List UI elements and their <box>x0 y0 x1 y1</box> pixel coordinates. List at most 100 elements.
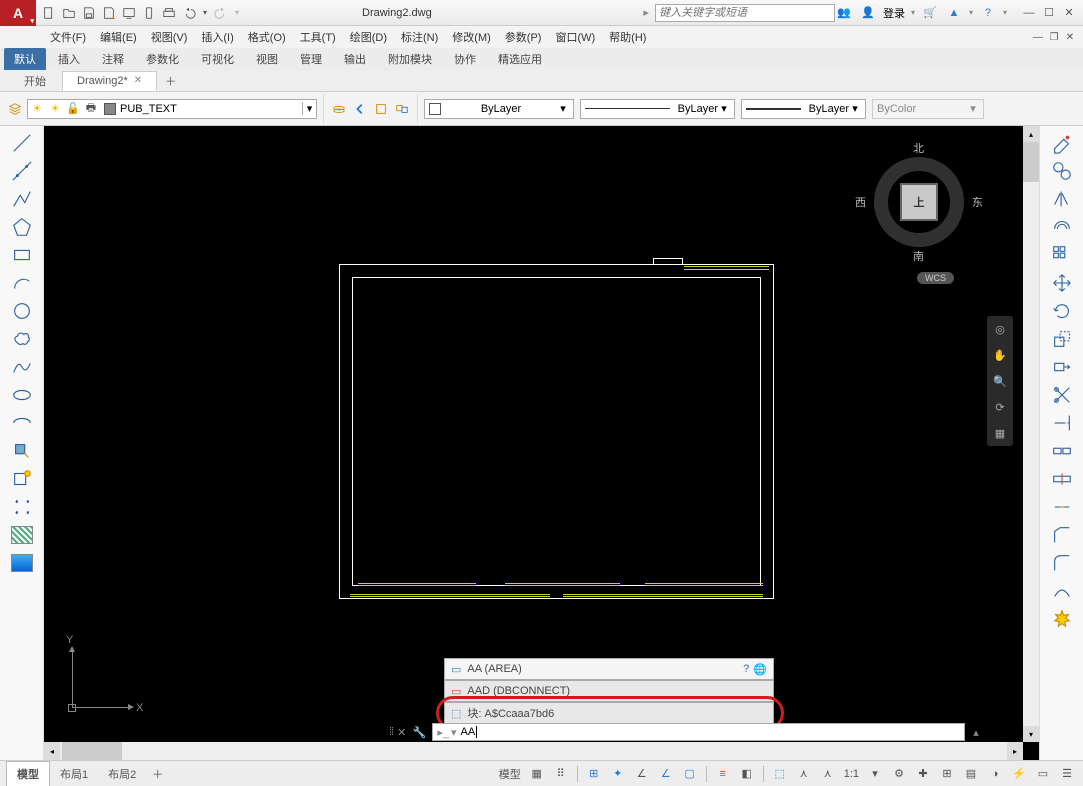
linetype-dropdown-icon[interactable]: ▾ <box>718 102 730 115</box>
make-block-tool[interactable] <box>7 466 37 492</box>
scroll-right-icon[interactable]: ▸ <box>1007 742 1023 760</box>
layer-states-icon[interactable] <box>330 100 348 118</box>
ortho-toggle-icon[interactable]: ⊞ <box>584 764 604 784</box>
vertical-scrollbar[interactable]: ▴ ▾ <box>1023 126 1039 742</box>
ribbon-tab-featured[interactable]: 精选应用 <box>488 48 552 70</box>
nav-zoom-icon[interactable]: 🔍 <box>991 372 1009 390</box>
menu-format[interactable]: 格式(O) <box>248 29 286 45</box>
move-tool[interactable] <box>1047 270 1077 296</box>
maximize-button[interactable]: ☐ <box>1041 6 1057 20</box>
nav-orbit-icon[interactable]: ⟳ <box>991 398 1009 416</box>
cmdline-dropdown-icon[interactable]: ▾ <box>451 726 457 739</box>
color-dropdown-icon[interactable]: ▾ <box>557 102 569 115</box>
layout-tab-2[interactable]: 布局2 <box>98 762 146 786</box>
clean-screen-icon[interactable]: ▭ <box>1033 764 1053 784</box>
revcloud-tool[interactable] <box>7 326 37 352</box>
grid-toggle-icon[interactable]: ▦ <box>527 764 547 784</box>
menu-modify[interactable]: 修改(M) <box>452 29 491 45</box>
layer-manager-icon[interactable] <box>6 100 24 118</box>
selection-cycling-icon[interactable]: ⬚ <box>770 764 790 784</box>
infocenter-search-icon[interactable]: 👥 <box>835 4 853 22</box>
wcs-badge[interactable]: WCS <box>917 272 954 284</box>
join-tool[interactable] <box>1047 494 1077 520</box>
mdi-restore[interactable]: ❐ <box>1047 30 1061 44</box>
autocomplete-row-1[interactable]: ▭ AA (AREA) ? 🌐 <box>444 658 774 680</box>
help-dropdown-icon[interactable]: ▾ <box>1003 8 1007 17</box>
menu-insert[interactable]: 插入(I) <box>201 29 233 45</box>
otrack-toggle-icon[interactable]: ∠ <box>656 764 676 784</box>
scroll-down-icon[interactable]: ▾ <box>1023 726 1039 742</box>
hatch-tool[interactable] <box>7 522 37 548</box>
file-tab-drawing2[interactable]: Drawing2* ✕ <box>62 71 157 91</box>
signin-label[interactable]: 登录 <box>883 5 905 21</box>
mirror-tool[interactable] <box>1047 186 1077 212</box>
linetype-selector[interactable]: ByLayer ▾ <box>580 99 735 119</box>
menu-window[interactable]: 窗口(W) <box>555 29 595 45</box>
layer-dropdown-icon[interactable]: ▾ <box>302 102 316 115</box>
scroll-left-icon[interactable]: ◂ <box>44 742 60 760</box>
workspace-switch-icon[interactable]: ⚙ <box>889 764 909 784</box>
transparency-toggle-icon[interactable]: ◧ <box>737 764 757 784</box>
lineweight-dropdown-icon[interactable]: ▾ <box>849 102 861 115</box>
horizontal-scrollbar[interactable]: ◂ ▸ <box>44 742 1023 760</box>
annotation-monitor-icon[interactable]: ✚ <box>913 764 933 784</box>
menu-tools[interactable]: 工具(T) <box>300 29 336 45</box>
ribbon-tab-addins[interactable]: 附加模块 <box>378 48 442 70</box>
ribbon-tab-output[interactable]: 输出 <box>334 48 376 70</box>
share-mobile-icon[interactable] <box>140 4 158 22</box>
ribbon-tab-manage[interactable]: 管理 <box>290 48 332 70</box>
menu-file[interactable]: 文件(F) <box>50 29 86 45</box>
signin-icon[interactable]: 👤 <box>859 4 877 22</box>
file-tab-close-icon[interactable]: ✕ <box>134 75 142 86</box>
gradient-tool[interactable] <box>7 550 37 576</box>
isolate-objects-icon[interactable]: ◑ <box>985 764 1005 784</box>
ribbon-tab-visualize[interactable]: 可视化 <box>191 48 244 70</box>
autodesk-app-icon[interactable]: ▲ <box>945 4 963 22</box>
lineweight-toggle-icon[interactable]: ≡ <box>713 764 733 784</box>
break-tool[interactable] <box>1047 438 1077 464</box>
ribbon-tab-parametric[interactable]: 参数化 <box>136 48 189 70</box>
nav-showmotion-icon[interactable]: ▦ <box>991 424 1009 442</box>
hardware-accel-icon[interactable]: ⚡ <box>1009 764 1029 784</box>
status-modelspace[interactable]: 模型 <box>497 766 523 782</box>
fillet-tool[interactable] <box>1047 550 1077 576</box>
redo-dropdown-icon[interactable]: ▾ <box>232 4 242 22</box>
file-tab-new[interactable]: ＋ <box>159 70 182 92</box>
blend-tool[interactable] <box>1047 578 1077 604</box>
circle-tool[interactable] <box>7 298 37 324</box>
command-input[interactable]: ▸_ ▾ AA <box>432 723 965 741</box>
extend-tool[interactable] <box>1047 410 1077 436</box>
menu-dimension[interactable]: 标注(N) <box>401 29 438 45</box>
offset-tool[interactable] <box>1047 214 1077 240</box>
customize-status-icon[interactable]: ☰ <box>1057 764 1077 784</box>
viewcube-south[interactable]: 南 <box>913 248 924 264</box>
stretch-tool[interactable] <box>1047 354 1077 380</box>
autocomplete-row-2[interactable]: ▭ AAD (DBCONNECT) <box>444 680 774 702</box>
color-selector[interactable]: ByLayer ▾ <box>424 99 574 119</box>
new-icon[interactable] <box>40 4 58 22</box>
layer-previous-icon[interactable] <box>351 100 369 118</box>
drawing-canvas[interactable]: 上 北 南 西 东 WCS ◎ ✋ 🔍 ⟳ ▦ <box>44 126 1039 760</box>
plot-icon[interactable] <box>160 4 178 22</box>
layout-tab-1[interactable]: 布局1 <box>50 762 98 786</box>
polygon-tool[interactable] <box>7 214 37 240</box>
viewcube-west[interactable]: 西 <box>855 194 866 210</box>
ribbon-tab-view[interactable]: 视图 <box>246 48 288 70</box>
cart-icon[interactable]: 🛒 <box>921 4 939 22</box>
layer-isolate-icon[interactable] <box>372 100 390 118</box>
annoscale-icon[interactable]: ⋏ <box>794 764 814 784</box>
ribbon-tab-default[interactable]: 默认 <box>4 48 46 70</box>
undo-dropdown-icon[interactable]: ▾ <box>200 4 210 22</box>
polyline-tool[interactable] <box>7 186 37 212</box>
quick-properties-icon[interactable]: ▤ <box>961 764 981 784</box>
insert-block-tool[interactable] <box>7 438 37 464</box>
viewcube-north[interactable]: 北 <box>913 140 924 156</box>
close-button[interactable]: ✕ <box>1061 6 1077 20</box>
rotate-tool[interactable] <box>1047 298 1077 324</box>
layout-tab-model[interactable]: 模型 <box>6 761 50 786</box>
polar-toggle-icon[interactable]: ✦ <box>608 764 628 784</box>
osnap-toggle-icon[interactable]: ▢ <box>680 764 700 784</box>
viewcube-east[interactable]: 东 <box>972 194 983 210</box>
search-input[interactable] <box>655 4 835 22</box>
annovisibility-icon[interactable]: ⋏ <box>818 764 838 784</box>
